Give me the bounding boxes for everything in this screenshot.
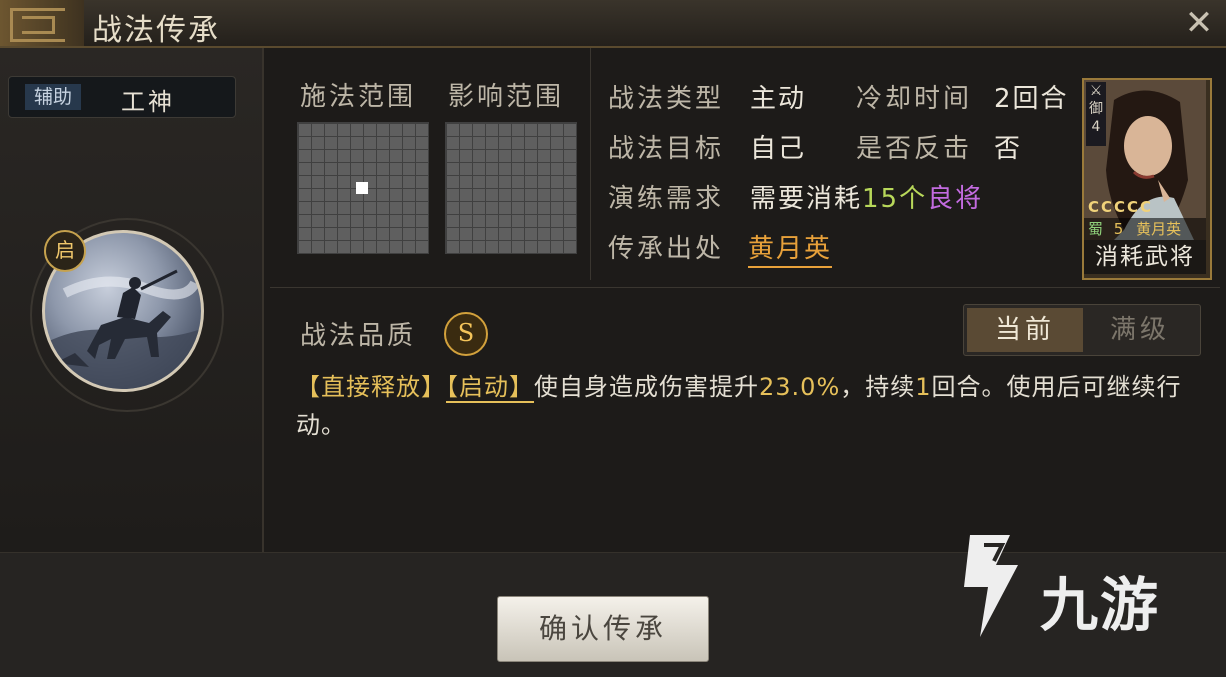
drill-requirement-value: 需要消耗15个良将 bbox=[750, 178, 983, 215]
close-button[interactable]: ✕ bbox=[1182, 6, 1216, 40]
skill-summary-panel: 辅助 工神 启 bbox=[0, 48, 264, 552]
source-hero-link[interactable]: 黄月英 bbox=[748, 228, 833, 268]
side-icon: ⚔ bbox=[1089, 83, 1103, 99]
level-tabs: 当前 满级 bbox=[963, 304, 1201, 356]
tab-max-level[interactable]: 满级 bbox=[1082, 308, 1198, 352]
cast-origin-cell bbox=[356, 182, 368, 194]
hero-cost: 5 bbox=[1113, 220, 1124, 238]
close-icon: ✕ bbox=[1184, 3, 1214, 43]
skill-target-label: 战法目标 bbox=[608, 134, 725, 164]
counter-label: 是否反击 bbox=[856, 134, 973, 164]
skill-quality-label: 战法品质 bbox=[300, 321, 417, 351]
role-tag: 辅助 bbox=[25, 84, 81, 110]
drill-count: 15个 bbox=[862, 184, 928, 214]
source-label: 传承出处 bbox=[608, 234, 725, 264]
drill-prefix: 需要消耗 bbox=[750, 184, 863, 214]
title-ornament-icon bbox=[0, 0, 84, 46]
cast-range-label: 施法范围 bbox=[300, 82, 417, 112]
desc-value: 23.0% bbox=[759, 373, 841, 401]
hero-card-name: 黄月英 bbox=[1136, 220, 1182, 238]
desc-text-b: ，持续 bbox=[840, 373, 916, 401]
skill-role-box: 辅助 工神 bbox=[8, 76, 236, 118]
skill-target-value: 自己 bbox=[750, 134, 807, 164]
hero-card-caption: 消耗武将 bbox=[1084, 240, 1206, 274]
window-title: 战法传承 bbox=[92, 13, 220, 48]
skill-quality-badge: S bbox=[444, 312, 488, 356]
cooldown-value: 2回合 bbox=[994, 84, 1069, 114]
cooldown-label: 冷却时间 bbox=[856, 84, 973, 114]
hero-card[interactable]: ⚔ 御 4 CCCCC 蜀 5 黄月英 消耗武将 bbox=[1082, 78, 1212, 280]
hero-side-tag: ⚔ 御 4 bbox=[1086, 82, 1106, 146]
skill-name: 工神 bbox=[121, 88, 175, 116]
side-tag-text: 御 bbox=[1089, 101, 1103, 117]
desc-text-a: 使自身造成伤害提升 bbox=[534, 373, 759, 401]
drill-requirement-label: 演练需求 bbox=[608, 184, 725, 214]
hero-portrait: ⚔ 御 4 CCCCC 蜀 5 黄月英 bbox=[1084, 80, 1206, 240]
tab-current[interactable]: 当前 bbox=[967, 308, 1083, 352]
hero-meta: 蜀 5 黄月英 bbox=[1084, 218, 1206, 240]
active-skill-badge: 启 bbox=[44, 230, 86, 272]
hero-stars: CCCCC bbox=[1088, 198, 1154, 216]
skill-type-value: 主动 bbox=[750, 84, 807, 114]
desc-tag-active[interactable]: 【启动】 bbox=[446, 373, 534, 403]
title-bar: 战法传承 ✕ bbox=[0, 0, 1226, 48]
hero-faction: 蜀 bbox=[1088, 220, 1104, 238]
drill-quality: 良将 bbox=[927, 184, 984, 214]
skill-type-label: 战法类型 bbox=[608, 84, 725, 114]
effect-range-label: 影响范围 bbox=[448, 82, 565, 112]
side-level: 4 bbox=[1091, 119, 1101, 135]
desc-turns: 1 bbox=[915, 373, 932, 401]
source-hero-name: 黄月英 bbox=[748, 234, 833, 268]
counter-value: 否 bbox=[994, 134, 1023, 164]
divider bbox=[270, 287, 1220, 288]
confirm-inherit-button[interactable]: 确认传承 bbox=[497, 596, 709, 662]
effect-range-grid bbox=[445, 122, 577, 254]
watermark-text: 九游 bbox=[1040, 571, 1161, 639]
skill-description: 【直接释放】【启动】使自身造成伤害提升23.0%，持续1回合。使用后可继续行动。 bbox=[296, 368, 1196, 444]
cast-range-grid bbox=[297, 122, 429, 254]
desc-tag-direct: 【直接释放】 bbox=[296, 373, 446, 401]
divider bbox=[590, 48, 591, 280]
